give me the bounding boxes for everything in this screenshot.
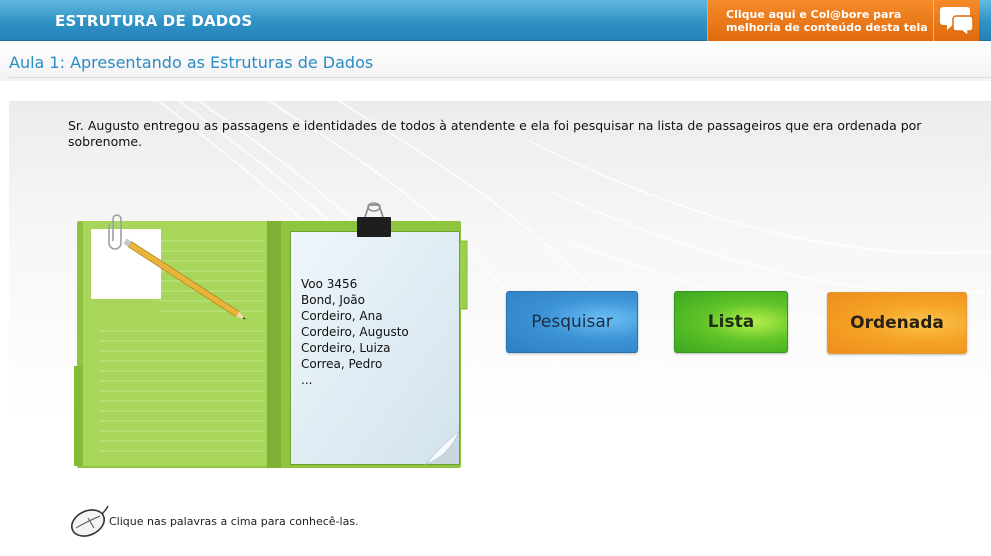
chat-bubbles-icon [933, 0, 980, 41]
list-item: ... [301, 373, 313, 387]
pesquisar-label: Pesquisar [531, 312, 613, 332]
passenger-list: Voo 3456 Bond, João Cordeiro, Ana Cordei… [301, 276, 441, 388]
divider [9, 77, 991, 78]
list-item: Cordeiro, Augusto [301, 325, 409, 339]
collaborate-button[interactable]: Clique aqui e Col@bore para melhoria de … [707, 0, 979, 41]
list-item: Cordeiro, Luiza [301, 341, 391, 355]
lista-label: Lista [707, 312, 755, 332]
collaborate-label-line1: Clique aqui e Col@bore para [726, 8, 902, 21]
page-title: Aula 1: Apresentando as Estruturas de Da… [9, 53, 374, 72]
list-item: Cordeiro, Ana [301, 309, 383, 323]
collaborate-label: Clique aqui e Col@bore para melhoria de … [726, 8, 931, 34]
content-panel: Sr. Augusto entregou as passagens e iden… [9, 101, 991, 556]
ordenada-button[interactable]: Ordenada [827, 292, 967, 354]
mouse-icon [70, 505, 109, 537]
intro-text: Sr. Augusto entregou as passagens e iden… [68, 118, 922, 149]
list-item: Correa, Pedro [301, 357, 383, 371]
ordenada-label: Ordenada [850, 313, 944, 333]
top-header-bar: ESTRUTURA DE DADOS Clique aqui e Col@bor… [0, 0, 991, 41]
pesquisar-button[interactable]: Pesquisar [506, 291, 638, 353]
collaborate-label-line2: melhoria de conteúdo desta tela [726, 21, 928, 34]
lesson-title-bar: Aula 1: Apresentando as Estruturas de Da… [0, 41, 991, 81]
app-title: ESTRUTURA DE DADOS [55, 12, 253, 30]
list-item: Voo 3456 [301, 277, 358, 291]
hint-text: Clique nas palavras a cima para conhecê-… [109, 515, 359, 528]
lista-button[interactable]: Lista [674, 291, 788, 353]
list-item: Bond, João [301, 293, 366, 307]
